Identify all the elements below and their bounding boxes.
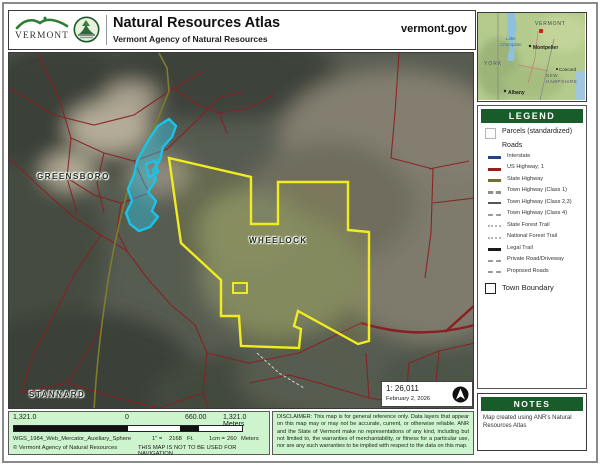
legend-road-label: State Highway — [507, 176, 543, 182]
legend-road-label: US Highway; 1 — [507, 164, 544, 170]
legend-road-item: Town Highway (Class 2,3) — [488, 197, 586, 209]
town-label-greensboro: GREENSBORO — [37, 172, 110, 181]
projection-label: WGS_1984_Web_Mercator_Auxiliary_Sphere — [13, 436, 131, 442]
page-subtitle: Vermont Agency of Natural Resources — [113, 34, 268, 44]
parcels-label: Parcels (standardized) — [502, 128, 572, 135]
copyright-label: © Vermont Agency of Natural Resources — [13, 445, 117, 451]
road-style-swatch — [488, 202, 501, 204]
inset-label-albany: Albany — [508, 90, 525, 96]
legend-header: LEGEND — [481, 109, 583, 123]
road-style-swatch — [488, 237, 501, 239]
legend-road-item: State Highway — [488, 174, 586, 186]
north-arrow-icon — [452, 386, 469, 403]
map-scale-box: 1: 26,011 February 2, 2026 — [381, 381, 473, 407]
road-style-swatch — [488, 225, 501, 227]
road-style-swatch — [488, 271, 501, 273]
legend-road-label: Town Highway (Class 1) — [507, 187, 567, 193]
atlas-page: VERMONT Natural Resources Atlas Vermont … — [0, 0, 600, 465]
inch-unit: Ft. — [187, 436, 194, 442]
anr-seal-icon — [73, 16, 100, 43]
inch-eq: 1" = — [152, 436, 162, 442]
notes-text: Map created using ANR's Natural Resource… — [483, 414, 581, 430]
map-canvas[interactable]: GREENSBORO WHEELOCK STANNARD 1: 26,011 F… — [8, 52, 474, 409]
legend-road-item: Town Highway (Class 1) — [488, 186, 586, 198]
road-style-swatch — [488, 179, 501, 182]
page-title: Natural Resources Atlas — [113, 15, 280, 31]
cm-unit: Meters — [241, 436, 259, 442]
disclaimer-text: DISCLAIMER: This map is for general refe… — [277, 414, 469, 450]
legend-road-label: National Forest Trail — [507, 233, 557, 239]
map-date: February 2, 2026 — [386, 396, 430, 402]
legend-road-label: Town Highway (Class 2,3) — [507, 199, 572, 205]
road-style-swatch — [488, 214, 501, 216]
legend-road-label: Legal Trail — [507, 245, 533, 251]
notes-panel: NOTES Map created using ANR's Natural Re… — [477, 393, 587, 451]
inset-label-nh1: NEW — [546, 73, 558, 78]
cm-eq: 1cm = — [209, 436, 225, 442]
legend-road-item: Town Highway (Class 4) — [488, 209, 586, 221]
scale-left-value: 1,321.0 — [13, 414, 36, 421]
legend-road-item: State Forest Trail — [488, 220, 586, 232]
legend-road-label: Proposed Roads — [507, 268, 549, 274]
legend-road-item: Interstate — [488, 151, 586, 163]
disclaimer-panel: DISCLAIMER: This map is for general refe… — [272, 411, 474, 455]
inset-label-newyork: YORK — [484, 61, 502, 67]
legend-road-label: State Forest Trail — [507, 222, 550, 228]
road-style-swatch — [488, 191, 501, 194]
legend-road-list: Interstate US Highway; 1 State Highway Town… — [478, 151, 586, 278]
mountain-ridge-icon — [15, 15, 69, 31]
scale-ratio: 1: 26,011 — [386, 384, 419, 393]
legend-road-item: National Forest Trail — [488, 232, 586, 244]
scale-bar-panel: 1,321.0 0 660.00 1,321.0 Meters WGS_1984… — [8, 411, 270, 455]
legend-town-boundary-item: Town Boundary — [484, 282, 586, 294]
vermont-logo: VERMONT — [15, 15, 69, 47]
map-extent-marker — [539, 29, 543, 33]
legend-parcels-item: Parcels (standardized) — [484, 127, 586, 139]
cm-val: 260 — [227, 436, 237, 442]
inset-label-concord: Concord — [559, 67, 577, 72]
header-divider — [106, 15, 107, 45]
navigation-warning: THIS MAP IS NOT TO BE USED FOR NAVIGATIO… — [138, 445, 269, 457]
header-bar: VERMONT Natural Resources Atlas Vermont … — [8, 10, 476, 50]
legend-road-label: Private Road/Driveway — [507, 256, 564, 262]
scale-mid-value: 660.00 — [185, 414, 206, 421]
legend-panel: LEGEND Parcels (standardized) Roads Inte… — [477, 105, 587, 389]
legend-road-label: Town Highway (Class 4) — [507, 210, 567, 216]
inset-label-lake2: Champlain — [500, 42, 522, 47]
inch-val: 2168 — [169, 436, 182, 442]
scale-zero-value: 0 — [125, 414, 129, 421]
inset-label-lake1: Lake — [506, 36, 516, 41]
inset-label-vermont: VERMONT — [535, 21, 566, 27]
town-boundary-swatch — [485, 283, 496, 294]
vermont-gov-link[interactable]: vermont.gov — [401, 23, 467, 35]
inset-label-nh2: HAMPSHIRE — [546, 79, 577, 84]
locator-inset-map: VERMONT Lake Champlain Montpelier YORK N… — [477, 12, 587, 102]
legend-roads-heading: Roads — [502, 142, 586, 149]
town-label-stannard: STANNARD — [29, 390, 85, 399]
parcels-swatch — [485, 128, 496, 139]
scale-bar-graphic — [13, 425, 243, 432]
town-label-wheelock: WHEELOCK — [249, 236, 308, 245]
legend-road-item: Legal Trail — [488, 243, 586, 255]
road-style-swatch — [488, 156, 501, 159]
road-style-swatch — [488, 168, 501, 171]
road-style-swatch — [488, 260, 501, 262]
inset-label-montpelier: Montpelier — [533, 45, 558, 51]
legend-road-item: Private Road/Driveway — [488, 255, 586, 267]
legend-road-label: Interstate — [507, 153, 530, 159]
vermont-logo-text: VERMONT — [15, 31, 69, 41]
notes-header: NOTES — [481, 397, 583, 411]
legend-road-item: US Highway; 1 — [488, 163, 586, 175]
town-boundary-label: Town Boundary — [502, 283, 554, 292]
aerial-imagery — [9, 53, 474, 409]
legend-road-item: Proposed Roads — [488, 266, 586, 278]
road-style-swatch — [488, 248, 501, 251]
